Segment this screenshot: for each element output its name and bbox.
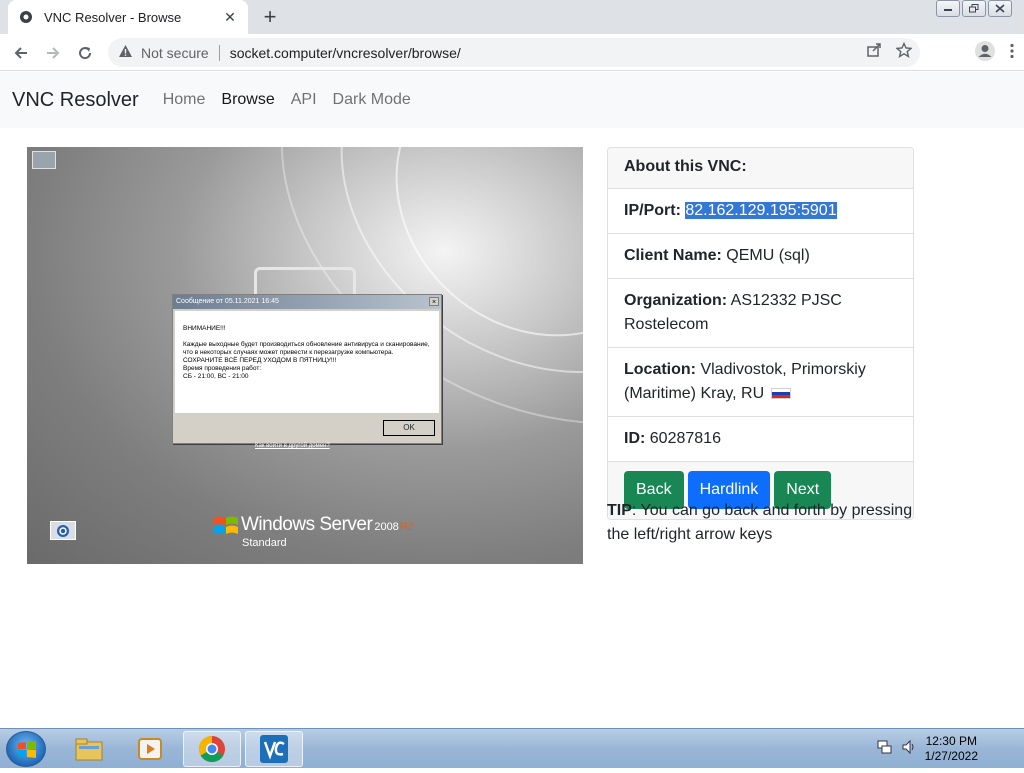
file-explorer-taskbar[interactable]	[60, 731, 118, 767]
tab-strip: VNC Resolver - Browse ✕ +	[0, 0, 1024, 34]
dialog-schedule-label: Время проведения работ:	[183, 365, 262, 372]
volume-icon[interactable]	[901, 739, 917, 760]
location-label: Location:	[624, 361, 696, 378]
nav-dark-mode[interactable]: Dark Mode	[333, 91, 411, 109]
dialog-schedule-value: СБ - 21:00, ВС - 21:00	[183, 373, 249, 380]
tip-text: TIP: You can go back and forth by pressi…	[607, 499, 919, 547]
message-dialog: Сообщение от 05.11.2021 16:45 × ВНИМАНИЕ…	[172, 294, 442, 444]
tip-label: TIP	[607, 502, 632, 519]
restore-icon[interactable]	[962, 0, 986, 17]
id-value: 60287816	[649, 430, 721, 447]
ip-port-row: IP/Port: 82.162.129.195:5901	[608, 189, 913, 234]
os-version: 2008	[374, 521, 399, 533]
tip-message: : You can go back and forth by pressing …	[607, 502, 913, 543]
ip-port-label: IP/Port:	[624, 202, 681, 219]
clock-time: 12:30 PM	[925, 734, 977, 748]
taskbar-clock[interactable]: 12:30 PM 1/27/2022	[925, 734, 978, 764]
keyboard-layout-icon	[32, 151, 56, 169]
share-icon[interactable]	[866, 42, 882, 61]
forward-arrow-icon[interactable]	[40, 40, 66, 66]
ip-port-value[interactable]: 82.162.129.195:5901	[685, 202, 837, 219]
os-name: Windows Server	[241, 514, 373, 535]
address-bar[interactable]: Not secure socket.computer/vncresolver/b…	[108, 38, 920, 67]
client-name-row: Client Name: QEMU (sql)	[608, 234, 913, 279]
window-controls	[936, 0, 1012, 17]
site-navbar: VNC Resolver Home Browse API Dark Mode	[0, 72, 1024, 128]
vnc-screenshot: Сообщение от 05.11.2021 16:45 × ВНИМАНИЕ…	[27, 147, 583, 564]
client-name-label: Client Name:	[624, 247, 722, 264]
media-player-taskbar[interactable]	[121, 731, 179, 767]
clock-date: 1/27/2022	[924, 749, 978, 763]
russia-flag-icon	[770, 388, 791, 399]
profile-avatar-icon[interactable]	[974, 40, 996, 67]
os-release: R2	[399, 521, 414, 533]
folder-icon	[75, 738, 103, 761]
omnibox-actions	[866, 41, 913, 61]
chrome-icon	[198, 735, 225, 763]
id-row: ID: 60287816	[608, 417, 913, 462]
menu-kebab-icon[interactable]	[1010, 43, 1014, 64]
location-row: Location: Vladivostok, Primorskiy (Marit…	[608, 348, 913, 417]
browser-toolbar: Not secure socket.computer/vncresolver/b…	[0, 34, 1024, 71]
ease-of-access-icon	[50, 521, 76, 540]
back-arrow-icon[interactable]	[8, 40, 34, 66]
media-player-icon	[138, 738, 162, 760]
dialog-caption-text: Сообщение от 05.11.2021 16:45	[176, 298, 279, 305]
organization-label: Organization:	[624, 292, 728, 309]
vnc-favicon-icon	[18, 9, 34, 25]
dialog-caption: Сообщение от 05.11.2021 16:45 ×	[173, 295, 441, 309]
windows-start-icon	[18, 741, 36, 758]
vnc-viewer-taskbar[interactable]	[245, 731, 303, 767]
toolbar-right	[974, 40, 1014, 67]
windows-taskbar: 12:30 PM 1/27/2022	[0, 728, 1024, 768]
close-window-icon[interactable]	[988, 0, 1012, 17]
site-brand[interactable]: VNC Resolver	[12, 89, 139, 112]
dialog-heading: ВНИМАНИЕ!!!	[183, 325, 226, 332]
security-status: Not secure	[141, 44, 209, 61]
windows-server-logo: Windows Server 2008 R2	[213, 514, 414, 538]
organization-row: Organization: AS12332 PJSC Rostelecom	[608, 279, 913, 348]
chrome-taskbar[interactable]	[183, 731, 241, 767]
network-icon[interactable]	[877, 739, 893, 760]
warning-icon[interactable]	[118, 44, 133, 61]
card-header: About this VNC:	[608, 148, 913, 189]
browser-tab[interactable]: VNC Resolver - Browse ✕	[8, 0, 248, 34]
id-label: ID:	[624, 430, 646, 447]
vnc-info-card: About this VNC: IP/Port: 82.162.129.195:…	[607, 147, 914, 520]
dialog-message: Каждые выходные будет производиться обно…	[183, 341, 430, 364]
os-edition: Standard	[242, 537, 287, 549]
nav-browse[interactable]: Browse	[221, 91, 274, 109]
bookmark-star-icon[interactable]	[895, 41, 913, 61]
close-tab-icon[interactable]: ✕	[222, 9, 238, 25]
tab-title: VNC Resolver - Browse	[44, 9, 182, 25]
system-tray: 12:30 PM 1/27/2022	[877, 729, 1024, 769]
windows-flag-icon	[214, 516, 238, 534]
nav-api[interactable]: API	[291, 91, 317, 109]
reload-icon[interactable]	[72, 40, 98, 66]
client-name-value: QEMU (sql)	[726, 247, 810, 264]
nav-home[interactable]: Home	[163, 91, 206, 109]
dialog-close-icon: ×	[429, 297, 439, 306]
dialog-ok-button: OK	[383, 420, 435, 436]
minimize-icon[interactable]	[936, 0, 960, 17]
dialog-body: ВНИМАНИЕ!!! Каждые выходные будет произв…	[175, 311, 439, 413]
vnc-viewer-icon	[260, 735, 288, 763]
domain-login-link: Как войти в другой домен?	[255, 443, 330, 449]
url-text: socket.computer/vncresolver/browse/	[229, 44, 461, 61]
start-button[interactable]	[6, 731, 46, 767]
new-tab-button[interactable]: +	[258, 4, 282, 29]
address-separator	[218, 44, 220, 61]
